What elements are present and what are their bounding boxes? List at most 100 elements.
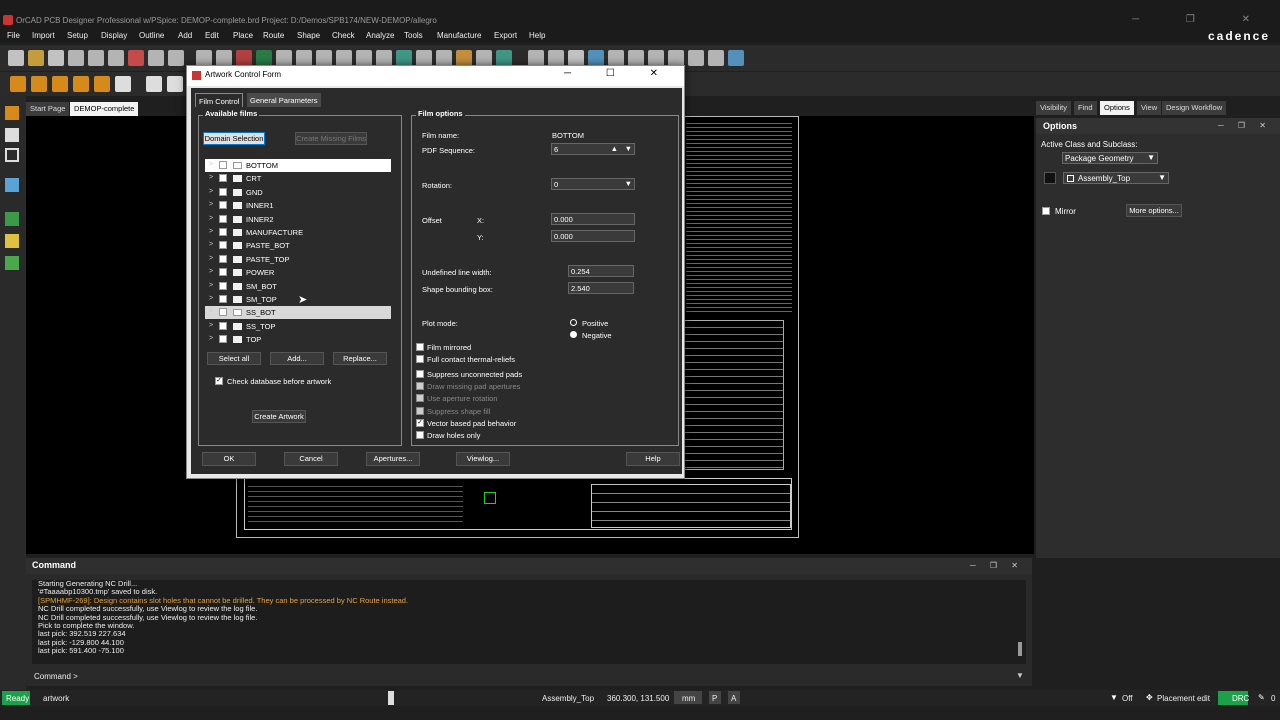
- menu-route[interactable]: Route: [263, 31, 284, 40]
- rotation-dropdown[interactable]: 0 ▼: [551, 178, 635, 190]
- more-options-button[interactable]: More options...: [1126, 204, 1182, 217]
- chip-icon[interactable]: [5, 234, 19, 248]
- chevron-right-icon[interactable]: >: [209, 201, 213, 208]
- offset-x-input[interactable]: 0.000: [551, 213, 635, 225]
- film-row-crt[interactable]: > CRT: [205, 172, 391, 185]
- toolbar-tool-icon[interactable]: [167, 76, 183, 92]
- option-checkbox[interactable]: [416, 382, 424, 391]
- slide-icon[interactable]: [5, 128, 19, 142]
- film-checkbox[interactable]: [219, 214, 227, 223]
- chevron-right-icon[interactable]: >: [209, 268, 213, 275]
- film-row-inner2[interactable]: > INNER2: [205, 213, 391, 226]
- mirror-checkbox[interactable]: [1042, 207, 1050, 215]
- toolbar-tool-icon[interactable]: [196, 50, 212, 66]
- cancel-button[interactable]: Cancel: [284, 452, 338, 466]
- status-a-button[interactable]: A: [728, 691, 740, 704]
- toolbar-tool-icon[interactable]: [296, 50, 312, 66]
- menu-shape[interactable]: Shape: [297, 31, 320, 40]
- chevron-right-icon[interactable]: >: [209, 188, 213, 195]
- class-dropdown[interactable]: Package Geometry ▼: [1062, 152, 1158, 164]
- menu-tools[interactable]: Tools: [404, 31, 423, 40]
- pdf-sequence-input[interactable]: 6 ▲ ▼: [551, 143, 635, 155]
- film-checkbox[interactable]: [219, 308, 227, 317]
- status-drc[interactable]: DRC: [1218, 691, 1249, 705]
- toolbar-tool-icon[interactable]: [168, 50, 184, 66]
- option-checkbox[interactable]: [416, 430, 424, 439]
- create-missing-films-button[interactable]: Create Missing Films: [295, 132, 367, 145]
- toolbar-tool-icon[interactable]: [316, 50, 332, 66]
- arrow-down-icon[interactable]: ▼: [625, 144, 632, 153]
- toolbar-tool-icon[interactable]: [88, 50, 104, 66]
- film-checkbox[interactable]: [219, 281, 227, 290]
- subclass-dropdown[interactable]: Assembly_Top ▼: [1063, 172, 1169, 184]
- side-tab-find[interactable]: Find: [1074, 101, 1097, 115]
- toolbar-tool-icon[interactable]: [8, 50, 24, 66]
- arrow-up-icon[interactable]: ▲: [611, 144, 618, 153]
- menu-outline[interactable]: Outline: [139, 31, 164, 40]
- chevron-right-icon[interactable]: >: [209, 174, 213, 181]
- toolbar-tool-icon[interactable]: [548, 50, 564, 66]
- toolbar-tool-icon[interactable]: [608, 50, 624, 66]
- dialog-window-controls[interactable]: ─ ☐ ✕: [564, 68, 674, 79]
- film-checkbox[interactable]: [219, 321, 227, 330]
- menu-place[interactable]: Place: [233, 31, 253, 40]
- toolbar-tool-icon[interactable]: [416, 50, 432, 66]
- board-icon[interactable]: [5, 256, 19, 270]
- toolbar-tool-icon[interactable]: [628, 50, 644, 66]
- film-row-paste_top[interactable]: > PASTE_TOP: [205, 253, 391, 266]
- film-checkbox[interactable]: [219, 161, 227, 169]
- film-row-inner1[interactable]: > INNER1: [205, 199, 391, 212]
- menu-setup[interactable]: Setup: [67, 31, 88, 40]
- chevron-right-icon[interactable]: >: [209, 228, 213, 235]
- domain-selection-button[interactable]: Domain Selection: [203, 132, 265, 145]
- toolbar-tool-icon[interactable]: [236, 50, 252, 66]
- toolbar-tool-icon[interactable]: [376, 50, 392, 66]
- viewlog-button[interactable]: Viewlog...: [456, 452, 510, 466]
- film-checkbox[interactable]: [219, 241, 227, 250]
- menu-analyze[interactable]: Analyze: [366, 31, 394, 40]
- shape-bounding-box-input[interactable]: 2.540: [568, 282, 634, 294]
- film-checkbox[interactable]: [219, 295, 227, 303]
- chevron-down-icon[interactable]: ▼: [1016, 671, 1024, 680]
- chevron-right-icon[interactable]: >: [209, 241, 213, 248]
- toolbar-tool-icon[interactable]: [496, 50, 512, 66]
- chevron-right-icon[interactable]: >: [209, 335, 213, 342]
- toolbar-tool-icon[interactable]: [68, 50, 84, 66]
- toolbar-tool-icon[interactable]: [115, 76, 131, 92]
- option-checkbox[interactable]: [416, 394, 424, 403]
- tab-general-parameters[interactable]: General Parameters: [247, 93, 321, 107]
- toolbar-tool-icon[interactable]: [336, 50, 352, 66]
- toolbar-tool-icon[interactable]: [648, 50, 664, 66]
- film-row-manufacture[interactable]: > MANUFACTURE: [205, 226, 391, 239]
- menu-help[interactable]: Help: [529, 31, 545, 40]
- option-checkbox[interactable]: [416, 406, 424, 415]
- menu-display[interactable]: Display: [101, 31, 127, 40]
- side-tab-visibility[interactable]: Visibility: [1036, 101, 1071, 115]
- check-database-checkbox[interactable]: ✓: [215, 377, 223, 385]
- route-icon[interactable]: [5, 106, 19, 120]
- film-checkbox[interactable]: [219, 174, 227, 183]
- toolbar-tool-icon[interactable]: [476, 50, 492, 66]
- help-button[interactable]: Help: [626, 452, 680, 466]
- chevron-right-icon[interactable]: >: [209, 295, 213, 302]
- toolbar-tool-icon[interactable]: [668, 50, 684, 66]
- menu-check[interactable]: Check: [332, 31, 355, 40]
- chevron-right-icon[interactable]: >: [209, 282, 213, 289]
- tab-start-page[interactable]: Start Page: [26, 102, 70, 116]
- chevron-right-icon[interactable]: >: [209, 308, 213, 315]
- film-row-power[interactable]: > POWER: [205, 266, 391, 279]
- toolbar-tool-icon[interactable]: [456, 50, 472, 66]
- undefined-line-width-input[interactable]: 0.254: [568, 265, 634, 277]
- command-window-controls[interactable]: ─ ❐ ✕: [970, 561, 1024, 570]
- chevron-right-icon[interactable]: >: [209, 161, 213, 168]
- add-button[interactable]: Add...: [270, 352, 324, 365]
- toolbar-tool-icon[interactable]: [216, 50, 232, 66]
- status-placement[interactable]: Placement edit: [1157, 694, 1210, 703]
- toolbar-tool-icon[interactable]: [128, 50, 144, 66]
- toolbar-tool-icon[interactable]: [436, 50, 452, 66]
- film-checkbox[interactable]: [219, 201, 227, 210]
- positive-radio[interactable]: [570, 319, 577, 326]
- status-filter[interactable]: Off: [1122, 694, 1133, 703]
- film-checkbox[interactable]: [219, 335, 227, 344]
- create-artwork-button[interactable]: Create Artwork: [252, 410, 306, 423]
